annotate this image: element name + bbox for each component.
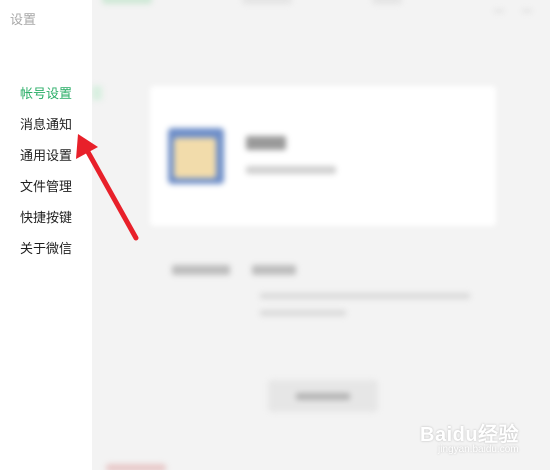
baidu-watermark-url: jingyan.baidu.com	[438, 444, 519, 455]
sidebar-item-file-management[interactable]: 文件管理	[0, 171, 92, 202]
blurred-top-bar	[242, 0, 292, 4]
window-title: 设置	[10, 12, 37, 27]
sidebar-item-account-settings[interactable]: 帐号设置	[0, 78, 92, 109]
sidebar-item-shortcut-keys[interactable]: 快捷按键	[0, 202, 92, 233]
minimize-icon[interactable]	[494, 10, 504, 12]
sidebar-item-general-settings[interactable]: 通用设置	[0, 140, 92, 171]
account-id-placeholder	[246, 166, 336, 174]
account-card	[150, 86, 496, 226]
sidebar-item-message-notifications[interactable]: 消息通知	[0, 109, 92, 140]
sidebar-item-about-wechat[interactable]: 关于微信	[0, 233, 92, 264]
baidu-watermark: Baidu经验	[420, 424, 520, 446]
avatar	[168, 128, 224, 184]
blurred-active-indicator	[92, 86, 102, 100]
account-name-placeholder	[246, 136, 286, 150]
setting-row-value-placeholder[interactable]	[252, 265, 296, 275]
close-icon[interactable]	[522, 10, 532, 12]
setting-row-label-placeholder	[172, 265, 230, 275]
blurred-top-tab	[102, 0, 152, 4]
blurred-main-panel	[92, 0, 550, 470]
setting-description-placeholder	[260, 293, 470, 299]
blurred-bottom-strip	[106, 464, 166, 470]
logout-button[interactable]	[268, 380, 378, 412]
setting-description-placeholder	[260, 310, 346, 316]
settings-nav: 帐号设置 消息通知 通用设置 文件管理 快捷按键 关于微信	[0, 78, 92, 264]
settings-sidebar: 设置 帐号设置 消息通知 通用设置 文件管理 快捷按键 关于微信	[0, 0, 92, 470]
blurred-top-bar	[372, 0, 402, 4]
